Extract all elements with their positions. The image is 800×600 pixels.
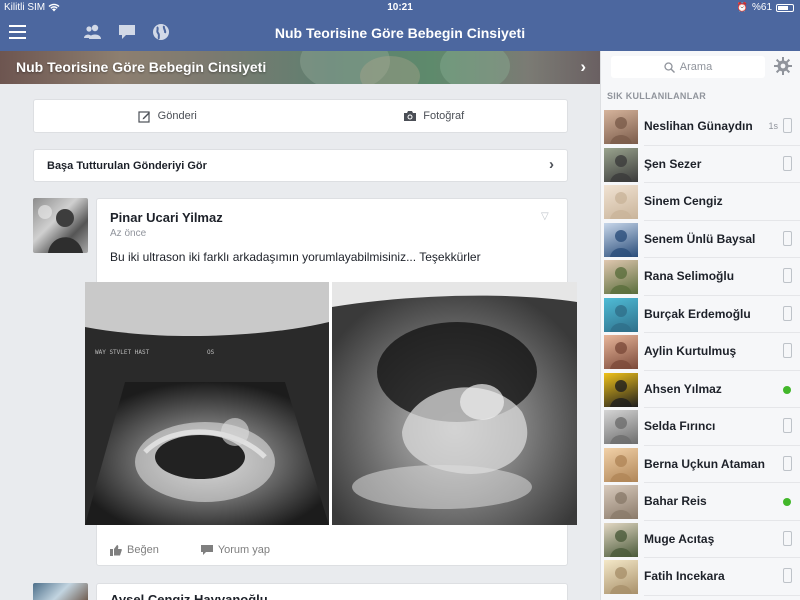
search-input[interactable]: Arama — [611, 56, 765, 78]
contact-avatar — [604, 485, 638, 519]
contact-name: Şen Sezer — [644, 156, 702, 171]
contact-name: Neslihan Günaydın — [644, 119, 753, 133]
divider — [644, 594, 800, 596]
post-button-label: Gönderi — [157, 110, 197, 122]
photo-button[interactable]: Fotoğraf — [301, 100, 568, 132]
alarm-icon: ⏰ — [736, 2, 748, 12]
contact-item[interactable]: Neslihan Günaydın 1s — [600, 108, 800, 146]
comment-icon — [200, 544, 213, 555]
contact-item[interactable]: Şen Sezer — [600, 146, 800, 183]
mobile-phone-icon — [783, 568, 792, 583]
comment-label: Yorum yap — [217, 544, 270, 556]
nav-bar: Nub Teorisine Göre Bebegin Cinsiyeti — [0, 16, 800, 51]
mobile-phone-icon — [783, 343, 792, 358]
ultrasound-photo-1[interactable]: WAY STVLET HAST OS — [85, 282, 329, 525]
post-author[interactable]: Aysel Cengiz Hayvanoğlu — [110, 592, 268, 600]
contact-avatar — [604, 110, 638, 144]
author-avatar[interactable] — [33, 583, 88, 600]
search-icon — [664, 61, 675, 73]
mobile-phone-icon — [783, 418, 792, 433]
post-button[interactable]: Gönderi — [34, 100, 301, 132]
chevron-down-icon[interactable]: ▽ — [541, 211, 549, 222]
contact-item[interactable]: Burçak Erdemoğlu — [600, 296, 800, 333]
contact-name: Bahar Reis — [644, 494, 707, 508]
comment-button[interactable]: Yorum yap — [200, 544, 270, 556]
contact-avatar — [604, 297, 638, 332]
camera-icon — [403, 110, 417, 123]
status-bar: Kilitli SIM 10:21 ⏰ %61 — [0, 0, 800, 16]
photo-button-label: Fotoğraf — [423, 110, 465, 122]
contact-name: Berna Uçkun Ataman — [644, 456, 765, 471]
pinned-post-label: Başa Tutturulan Gönderiyi Gör — [47, 160, 207, 172]
contact-name: Ahsen Yılmaz — [644, 381, 722, 396]
top-bar: Kilitli SIM 10:21 ⏰ %61 Nub Teorisine Gö… — [0, 0, 800, 51]
contact-name: Sinem Cengiz — [644, 194, 723, 208]
contact-avatar — [604, 522, 638, 557]
contact-avatar — [604, 260, 638, 294]
contact-item[interactable]: Sinem Cengiz — [600, 183, 800, 221]
search-placeholder: Arama — [679, 61, 713, 73]
page-title: Nub Teorisine Göre Bebegin Cinsiyeti — [274, 25, 526, 41]
contact-item[interactable]: Bahar Reis — [600, 483, 800, 521]
contact-item[interactable]: Aylin Kurtulmuş — [600, 333, 800, 371]
contact-item[interactable]: Ahsen Yılmaz — [600, 371, 800, 408]
pinned-post-link[interactable]: Başa Tutturulan Gönderiyi Gör › — [33, 149, 568, 182]
contact-name: Aylin Kurtulmuş — [644, 344, 737, 358]
online-dot-icon — [783, 498, 791, 506]
svg-text:OS: OS — [207, 349, 215, 356]
post-actions: Beğen Yorum yap — [110, 544, 270, 556]
post-text: Bu iki ultrason iki farklı arkadaşımın y… — [110, 250, 481, 264]
ultrasound-photo-2[interactable] — [332, 282, 577, 525]
post-author[interactable]: Pinar Ucari Yilmaz — [110, 210, 223, 225]
clock: 10:21 — [387, 2, 413, 13]
last-active-time: 1s — [768, 121, 778, 131]
mobile-phone-icon — [783, 305, 792, 321]
post-composer: Gönderi Fotoğraf — [33, 99, 568, 133]
contact-item[interactable]: Rana Selimoğlu — [600, 258, 800, 296]
post-timestamp[interactable]: Az önce — [110, 228, 146, 239]
contact-name: Rana Selimoğlu — [644, 269, 735, 283]
contact-avatar — [604, 560, 638, 594]
contact-avatar — [604, 447, 638, 482]
group-cover-banner[interactable]: Nub Teorisine Göre Bebegin Cinsiyeti › — [0, 51, 600, 84]
contact-item[interactable]: Fatih Incekara — [600, 558, 800, 596]
edit-icon — [138, 110, 152, 123]
gear-icon[interactable] — [774, 57, 792, 75]
mobile-phone-icon — [783, 455, 792, 471]
contact-item[interactable]: Selda Fırıncı — [600, 408, 800, 446]
contact-avatar — [604, 185, 638, 219]
contact-avatar — [604, 410, 638, 444]
svg-text:WAY STVLET HAST: WAY STVLET HAST — [95, 349, 150, 356]
contact-name: Selda Fırıncı — [644, 419, 716, 433]
mobile-phone-icon — [783, 268, 792, 283]
contact-name: Senem Ünlü Baysal — [644, 231, 756, 246]
online-dot-icon — [783, 385, 791, 394]
contact-avatar — [604, 372, 638, 407]
contact-item[interactable]: Berna Uçkun Ataman — [600, 446, 800, 483]
contact-item[interactable]: Senem Ünlü Baysal — [600, 221, 800, 258]
contact-name: Muge Acıtaş — [644, 531, 715, 546]
battery-percent: %61 — [751, 2, 772, 13]
like-button[interactable]: Beğen — [110, 544, 159, 556]
mobile-phone-icon — [783, 118, 792, 133]
mobile-phone-icon — [783, 530, 792, 546]
author-avatar[interactable] — [33, 198, 88, 253]
chevron-right-icon: › — [549, 156, 554, 173]
contact-name: Burçak Erdemoğlu — [644, 306, 751, 321]
thumbs-up-icon — [110, 544, 122, 556]
contact-avatar — [604, 147, 638, 182]
chevron-right-icon: › — [580, 57, 586, 76]
contact-item[interactable]: Muge Acıtaş — [600, 521, 800, 558]
group-title: Nub Teorisine Göre Bebegin Cinsiyeti — [16, 59, 267, 75]
mobile-phone-icon — [783, 230, 792, 246]
mobile-phone-icon — [783, 155, 792, 171]
contact-avatar — [604, 222, 638, 257]
favorites-section-title: SIK KULLANILANLAR — [607, 91, 707, 101]
like-label: Beğen — [127, 544, 159, 556]
battery-icon — [776, 3, 794, 12]
contact-avatar — [604, 335, 638, 369]
contact-name: Fatih Incekara — [644, 569, 725, 583]
